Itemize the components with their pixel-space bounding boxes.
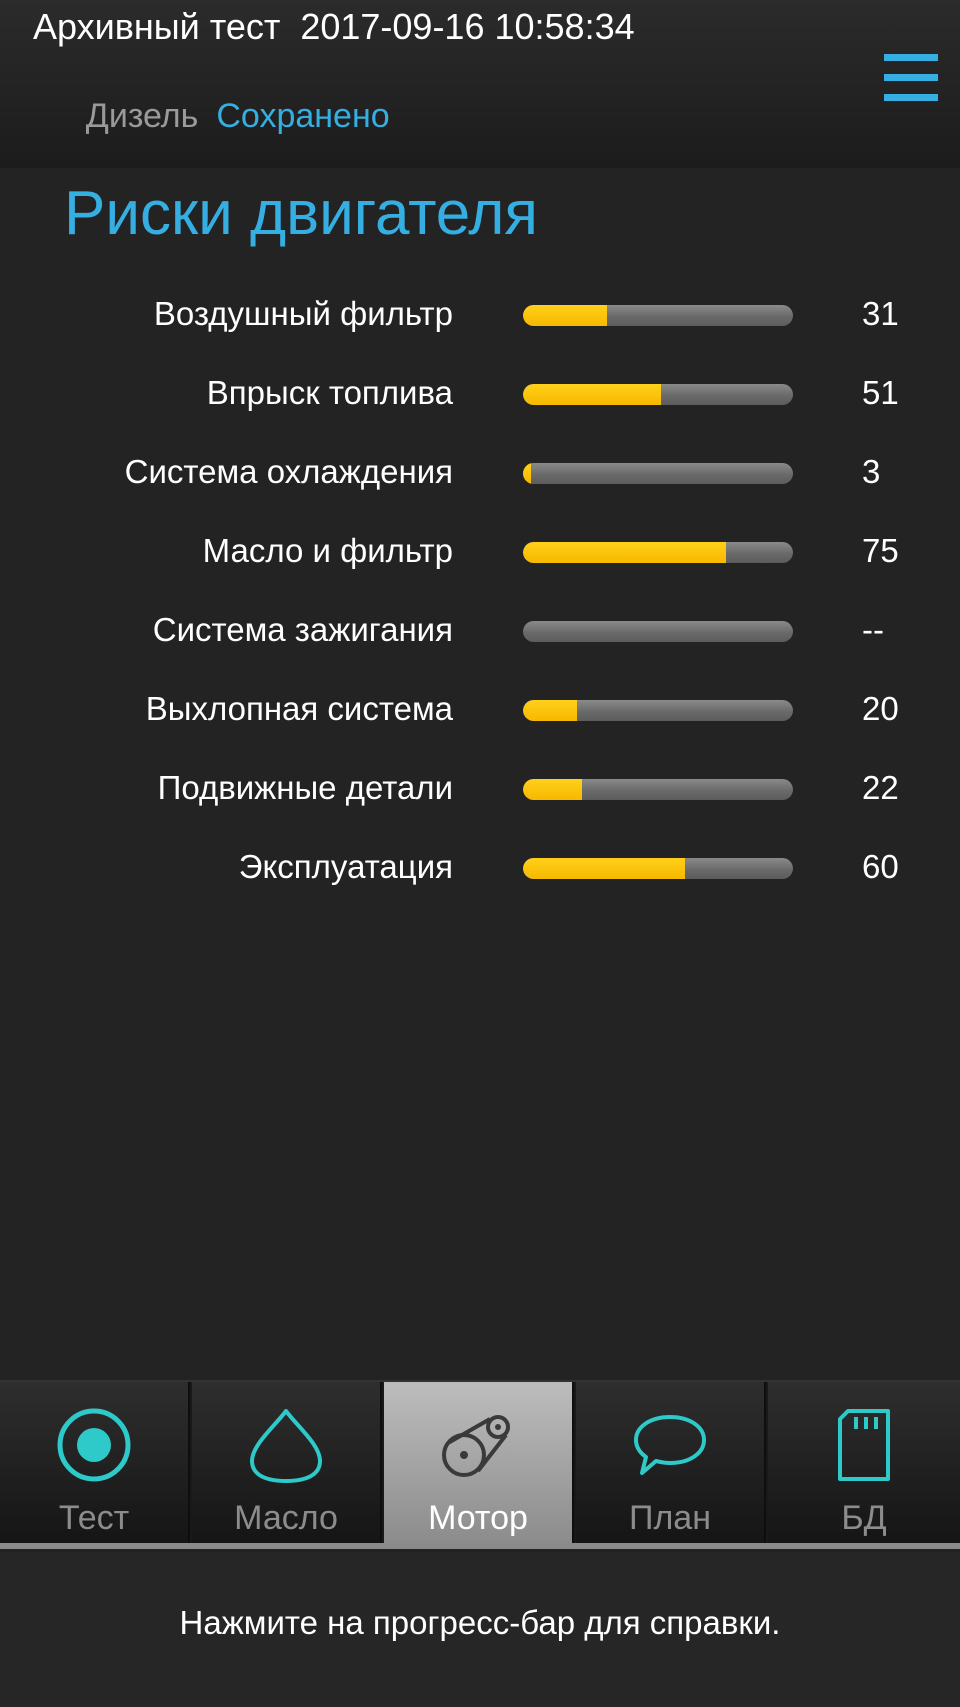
page-title: Риски двигателя xyxy=(64,179,538,248)
hint-panel: Нажмите на прогресс-бар для справки. xyxy=(0,1552,960,1707)
risk-progress-bar[interactable] xyxy=(523,700,793,721)
risk-progress-bar[interactable] xyxy=(523,463,793,484)
risk-value: 51 xyxy=(862,374,899,411)
risk-progress-fill xyxy=(523,779,583,800)
bottom-tab-bar: Тест Масло Мотор План БД xyxy=(0,1380,960,1549)
tab-label: План xyxy=(629,1499,711,1537)
risk-row-fuel-injection[interactable]: Впрыск топлива 51 xyxy=(0,354,960,433)
risk-value: -- xyxy=(862,611,884,648)
speech-bubble-icon xyxy=(634,1415,706,1475)
risk-progress-bar[interactable] xyxy=(523,621,793,642)
app-header: Архивный тест 2017-09-16 10:58:34 Дизель… xyxy=(0,0,960,168)
risk-label: Система охлаждения xyxy=(124,453,453,490)
oil-drop-icon xyxy=(250,1409,322,1483)
risk-label: Подвижные детали xyxy=(157,769,453,806)
record-icon xyxy=(57,1408,131,1482)
risk-row-exhaust[interactable]: Выхлопная система 20 xyxy=(0,670,960,749)
risk-label: Масло и фильтр xyxy=(202,532,453,569)
risk-row-moving-parts[interactable]: Подвижные детали 22 xyxy=(0,749,960,828)
risk-label: Эксплуатация xyxy=(238,848,453,885)
risk-progress-bar[interactable] xyxy=(523,542,793,563)
risk-progress-fill xyxy=(523,384,661,405)
risk-progress-fill xyxy=(523,858,685,879)
risk-progress-bar[interactable] xyxy=(523,305,793,326)
risk-value: 22 xyxy=(862,769,899,806)
tab-bar-divider xyxy=(0,1543,960,1549)
risk-value: 60 xyxy=(862,848,899,885)
risk-progress-fill xyxy=(523,542,726,563)
tab-test[interactable]: Тест xyxy=(0,1382,190,1549)
header-subtitle: Дизель Сохранено xyxy=(48,58,390,175)
engine-belt-icon xyxy=(442,1415,510,1477)
tab-label: Масло xyxy=(234,1499,338,1537)
tab-oil[interactable]: Масло xyxy=(192,1382,382,1549)
risk-value: 20 xyxy=(862,690,899,727)
risk-row-air-filter[interactable]: Воздушный фильтр 31 xyxy=(0,275,960,354)
risk-progress-bar[interactable] xyxy=(523,858,793,879)
sd-card-icon xyxy=(838,1409,890,1481)
risk-value: 75 xyxy=(862,532,899,569)
risk-list: Воздушный фильтр 31 Впрыск топлива 51 Си… xyxy=(0,275,960,907)
risk-row-ignition[interactable]: Система зажигания -- xyxy=(0,591,960,670)
risk-progress-bar[interactable] xyxy=(523,384,793,405)
tab-db[interactable]: БД xyxy=(768,1382,960,1549)
risk-progress-fill xyxy=(523,463,532,484)
tab-label: Мотор xyxy=(428,1499,528,1537)
risk-row-operation[interactable]: Эксплуатация 60 xyxy=(0,828,960,907)
risk-value: 31 xyxy=(862,295,899,332)
risk-row-cooling-system[interactable]: Система охлаждения 3 xyxy=(0,433,960,512)
fuel-type: Дизель xyxy=(85,97,199,135)
risk-label: Выхлопная система xyxy=(145,690,453,727)
risk-label: Впрыск топлива xyxy=(206,374,453,411)
tab-plan[interactable]: План xyxy=(576,1382,766,1549)
risk-label: Система зажигания xyxy=(152,611,453,648)
risk-progress-fill xyxy=(523,305,607,326)
tab-motor[interactable]: Мотор xyxy=(384,1382,574,1549)
risk-progress-bar[interactable] xyxy=(523,779,793,800)
tab-label: БД xyxy=(841,1499,887,1537)
save-status: Сохранено xyxy=(216,97,390,135)
hamburger-menu-icon[interactable] xyxy=(884,52,940,104)
risk-row-oil-filter[interactable]: Масло и фильтр 75 xyxy=(0,512,960,591)
test-title: Архивный тест 2017-09-16 10:58:34 xyxy=(33,6,635,47)
tab-label: Тест xyxy=(58,1499,130,1537)
risk-label: Воздушный фильтр xyxy=(153,295,453,332)
hint-text: Нажмите на прогресс-бар для справки. xyxy=(179,1604,781,1641)
risk-progress-fill xyxy=(523,700,577,721)
risk-value: 3 xyxy=(862,453,881,490)
